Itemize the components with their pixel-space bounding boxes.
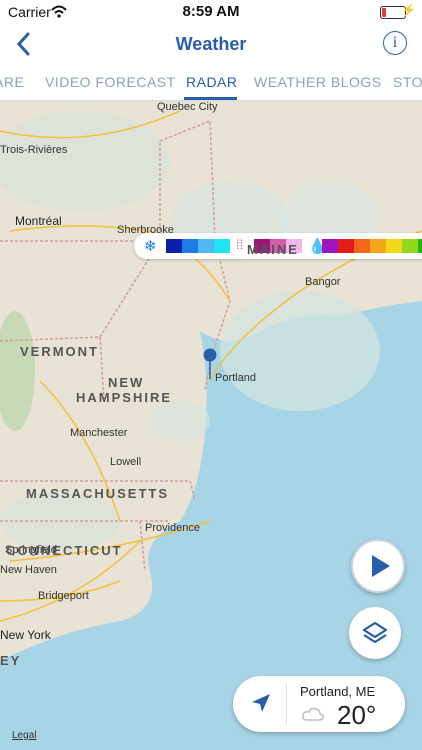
map-label-new-haven: New Haven <box>0 564 57 576</box>
active-tab-indicator <box>184 97 237 100</box>
layers-icon <box>362 621 388 644</box>
tab-stories[interactable]: STO <box>393 74 422 90</box>
map-label-trois-rivieres: Trois-Rivières <box>0 144 68 156</box>
play-button[interactable] <box>351 539 405 593</box>
map-label-lowell: Lowell <box>110 456 142 468</box>
map-label-new-york: New York <box>0 628 51 642</box>
sleet-icon: ⁞⁞ <box>236 237 244 252</box>
current-location-card[interactable]: Portland, ME 20° <box>233 676 405 732</box>
location-city: Portland, ME <box>300 684 376 699</box>
legend-swatch <box>182 239 198 253</box>
map-label-massachusetts: MASSACHUSETTS <box>26 486 170 501</box>
map-label-connecticut: CONNECTICUT <box>6 543 123 558</box>
location-arrow-icon[interactable] <box>249 691 273 715</box>
map-label-portland: Portland <box>215 372 256 384</box>
legend-swatch <box>166 239 182 253</box>
map-label-manchester: Manchester <box>70 427 128 439</box>
tab-radar[interactable]: RADAR <box>186 74 238 90</box>
map-label-quebec-city: Quebec City <box>157 101 218 113</box>
map-label-hampshire: HAMPSHIRE <box>76 390 173 405</box>
layers-button[interactable] <box>349 607 401 659</box>
location-pin-icon[interactable] <box>202 347 218 383</box>
map-label-montreal: Montréal <box>15 214 62 228</box>
map-label-vermont: VERMONT <box>20 344 99 359</box>
navigation-bar: Weather i <box>0 24 422 64</box>
legend-swatch <box>214 239 230 253</box>
info-icon: i <box>392 34 398 51</box>
legend-swatch <box>386 239 402 253</box>
map-label-sherbrooke: Sherbrooke <box>117 224 174 236</box>
tab-video-forecast[interactable]: VIDEO FORECAST <box>45 74 176 90</box>
tab-bar: ARE VIDEO FORECAST RADAR WEATHER BLOGS S… <box>0 64 422 101</box>
play-icon <box>372 555 390 577</box>
legend-swatch <box>198 239 214 253</box>
map-label-bangor: Bangor <box>305 276 341 288</box>
status-time: 8:59 AM <box>182 3 240 20</box>
legend-swatch <box>418 239 422 253</box>
status-bar: Carrier 8:59 AM ⚡ <box>0 0 422 24</box>
map-label-providence: Providence <box>145 522 201 534</box>
map-label-new-jersey-partial: EY <box>0 653 22 668</box>
tab-share[interactable]: ARE <box>0 74 24 90</box>
snowflake-icon: ❄ <box>144 238 157 255</box>
info-button[interactable]: i <box>383 31 407 55</box>
cloud-icon <box>302 707 324 721</box>
legal-link[interactable]: Legal <box>12 730 36 741</box>
legend-swatch <box>322 239 338 253</box>
tab-weather-blogs[interactable]: WEATHER BLOGS <box>254 74 382 90</box>
map-label-new: NEW <box>108 375 145 390</box>
map-label-maine: MAINE <box>247 242 299 257</box>
legend-swatch <box>338 239 354 253</box>
map-label-bridgeport: Bridgeport <box>38 590 89 602</box>
card-divider <box>286 684 287 724</box>
legend-swatch <box>370 239 386 253</box>
page-title: Weather <box>175 34 247 54</box>
charging-icon: ⚡ <box>401 3 416 17</box>
temperature: 20° <box>337 700 377 730</box>
legend-swatch <box>402 239 418 253</box>
legend-swatch <box>354 239 370 253</box>
